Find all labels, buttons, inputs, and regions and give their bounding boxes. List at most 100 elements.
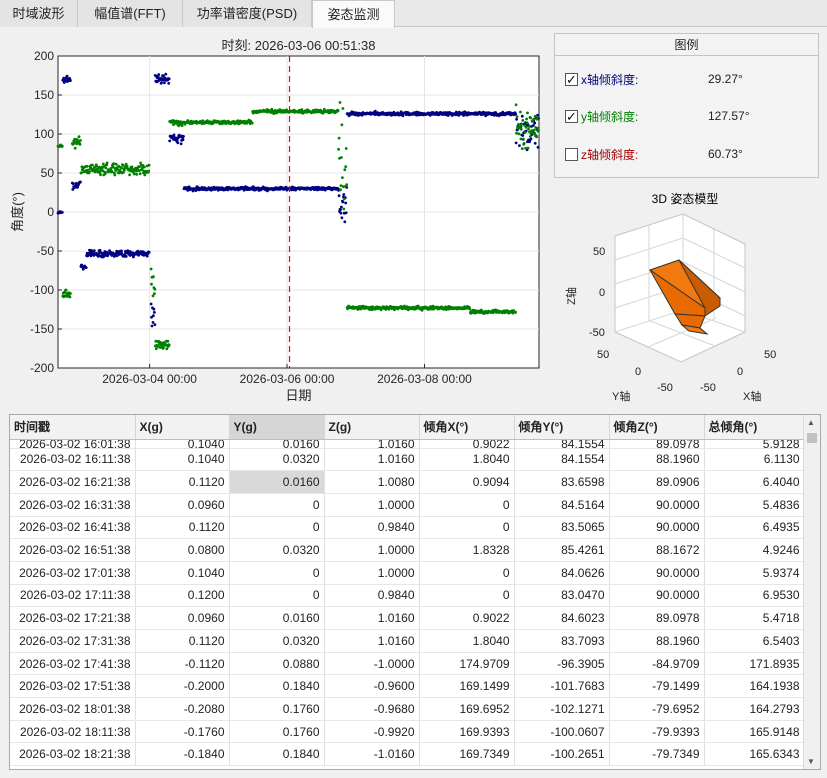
- x-tilt-checkbox[interactable]: [565, 71, 578, 89]
- table-cell[interactable]: 0.0800: [135, 538, 230, 562]
- table-cell[interactable]: 0.1040: [135, 448, 230, 472]
- table-cell[interactable]: 164.1938: [704, 674, 805, 699]
- table-cell[interactable]: 165.9148: [704, 720, 805, 744]
- table-cell[interactable]: 84.0626: [514, 561, 610, 585]
- col-header-y[interactable]: Y(g): [229, 415, 325, 440]
- table-cell[interactable]: 0.1040: [135, 561, 230, 585]
- table-cell[interactable]: 1.0000: [324, 493, 420, 517]
- table-cell[interactable]: -0.1840: [135, 742, 230, 767]
- table-cell[interactable]: 2026-03-02 16:01:38: [10, 439, 136, 449]
- table-cell[interactable]: -1.0160: [324, 742, 420, 767]
- table-cell[interactable]: 6.4935: [704, 516, 805, 540]
- table-cell[interactable]: 84.5164: [514, 493, 610, 517]
- table-cell[interactable]: 1.0000: [324, 538, 420, 562]
- table-cell[interactable]: 1.0160: [324, 448, 420, 472]
- table-cell[interactable]: 1.0160: [324, 606, 420, 630]
- table-cell[interactable]: -0.9920: [324, 720, 420, 744]
- table-cell[interactable]: 88.1672: [609, 538, 705, 562]
- table-cell[interactable]: 6.4040: [704, 470, 805, 494]
- table-cell[interactable]: 83.6598: [514, 470, 610, 494]
- table-cell[interactable]: -79.6952: [609, 697, 705, 721]
- table-cell[interactable]: 2026-03-02 17:41:38: [10, 652, 136, 676]
- table-cell[interactable]: 0.1200: [135, 584, 230, 608]
- table-cell[interactable]: 1.0000: [324, 561, 420, 585]
- table-cell[interactable]: 0.1120: [135, 516, 230, 540]
- table-cell[interactable]: 0.0320: [229, 448, 325, 472]
- table-cell[interactable]: 0.1120: [135, 470, 230, 494]
- col-header-x[interactable]: X(g): [135, 415, 230, 440]
- table-cell[interactable]: 2026-03-02 18:11:38: [10, 720, 136, 744]
- table-cell[interactable]: 6.5403: [704, 629, 805, 653]
- table-cell[interactable]: 0: [229, 584, 325, 608]
- table-cell[interactable]: -0.1120: [135, 652, 230, 676]
- z-tilt-checkbox[interactable]: [565, 148, 578, 162]
- table-cell[interactable]: 2026-03-02 16:11:38: [10, 448, 136, 472]
- table-cell[interactable]: -79.7349: [609, 742, 705, 767]
- table-cell[interactable]: 169.6952: [419, 697, 515, 721]
- table-cell[interactable]: 0.1040: [135, 439, 230, 449]
- table-cell[interactable]: 0.0880: [229, 652, 325, 676]
- table-cell[interactable]: 0: [419, 561, 515, 585]
- table-row[interactable]: 2026-03-02 16:21:38 0.1120 0.0160 1.0080 0.9…: [10, 470, 805, 494]
- table-cell[interactable]: 0: [229, 493, 325, 517]
- table-cell[interactable]: 1.0160: [324, 439, 420, 449]
- table-cell[interactable]: 0.1840: [229, 742, 325, 767]
- table-cell[interactable]: 0.1120: [135, 629, 230, 653]
- table-cell[interactable]: 174.9709: [419, 652, 515, 676]
- table-cell[interactable]: -84.9709: [609, 652, 705, 676]
- table-cell[interactable]: 4.9246: [704, 538, 805, 562]
- table-cell[interactable]: 1.0080: [324, 470, 420, 494]
- table-cell[interactable]: -100.2651: [514, 742, 610, 767]
- table-cell[interactable]: 90.0000: [609, 493, 705, 517]
- col-header-total-angle[interactable]: 总倾角(°): [704, 415, 805, 440]
- table-cell[interactable]: 89.0978: [609, 439, 705, 449]
- table-cell[interactable]: 5.9128: [704, 439, 805, 449]
- table-row[interactable]: 2026-03-02 17:41:38 -0.1120 0.0880 -1.0000 1…: [10, 652, 805, 676]
- tab-psd[interactable]: 功率谱密度(PSD): [183, 0, 312, 27]
- table-cell[interactable]: 2026-03-02 17:01:38: [10, 561, 136, 585]
- table-cell[interactable]: 169.9393: [419, 720, 515, 744]
- table-cell[interactable]: 2026-03-02 16:51:38: [10, 538, 136, 562]
- table-cell[interactable]: 5.9374: [704, 561, 805, 585]
- table-cell[interactable]: 90.0000: [609, 584, 705, 608]
- table-cell[interactable]: 2026-03-02 16:21:38: [10, 470, 136, 494]
- table-cell[interactable]: 5.4836: [704, 493, 805, 517]
- table-cell[interactable]: 84.6023: [514, 606, 610, 630]
- scroll-down-icon[interactable]: ▼: [807, 757, 815, 766]
- table-cell[interactable]: 2026-03-02 17:31:38: [10, 629, 136, 653]
- table-scrollbar[interactable]: ▲ ▼: [803, 415, 820, 769]
- table-cell[interactable]: 0.1760: [229, 697, 325, 721]
- table-row[interactable]: 2026-03-02 16:01:38 0.1040 0.0160 1.0160 0.9…: [10, 439, 805, 449]
- table-cell[interactable]: 89.0906: [609, 470, 705, 494]
- table-cell[interactable]: 88.1960: [609, 629, 705, 653]
- table-cell[interactable]: 85.4261: [514, 538, 610, 562]
- table-cell[interactable]: -102.1271: [514, 697, 610, 721]
- table-cell[interactable]: 2026-03-02 16:41:38: [10, 516, 136, 540]
- tab-time-waveform[interactable]: 时域波形: [0, 0, 78, 27]
- table-cell[interactable]: 169.7349: [419, 742, 515, 767]
- table-cell[interactable]: 2026-03-02 18:21:38: [10, 742, 136, 767]
- table-cell[interactable]: 6.9530: [704, 584, 805, 608]
- table-cell[interactable]: 89.0978: [609, 606, 705, 630]
- table-cell[interactable]: 0.9022: [419, 439, 515, 449]
- table-row[interactable]: 2026-03-02 17:21:38 0.0960 0.0160 1.0160 0.9…: [10, 606, 805, 630]
- table-cell[interactable]: 0.0320: [229, 538, 325, 562]
- table-cell[interactable]: 6.1130: [704, 448, 805, 472]
- table-cell[interactable]: 165.6343: [704, 742, 805, 767]
- scroll-up-icon[interactable]: ▲: [807, 418, 815, 427]
- table-cell[interactable]: 0.9022: [419, 606, 515, 630]
- table-cell[interactable]: 1.8328: [419, 538, 515, 562]
- table-cell[interactable]: 83.7093: [514, 629, 610, 653]
- table-row[interactable]: 2026-03-02 18:21:38 -0.1840 0.1840 -1.0160 1…: [10, 742, 805, 767]
- table-cell[interactable]: 169.1499: [419, 674, 515, 699]
- legend-item-z[interactable]: z轴倾斜度: 60.73°: [565, 145, 743, 163]
- col-header-angle-y[interactable]: 倾角Y(°): [514, 415, 610, 440]
- table-cell[interactable]: 0.0960: [135, 493, 230, 517]
- table-cell[interactable]: 2026-03-02 16:31:38: [10, 493, 136, 517]
- attitude-3d-model[interactable]: 3D 姿态模型 50 0 -50 Z轴 50 0 -50 Y轴 -50 0 50…: [555, 186, 825, 408]
- data-table[interactable]: 时间戳 X(g) Y(g) Z(g) 倾角X(°) 倾角Y(°) 倾角Z(°) …: [9, 414, 821, 770]
- table-cell[interactable]: 84.1554: [514, 439, 610, 449]
- table-cell[interactable]: 0.9094: [419, 470, 515, 494]
- table-cell[interactable]: 1.8040: [419, 448, 515, 472]
- legend-item-y[interactable]: y轴倾斜度: 127.57°: [565, 107, 750, 126]
